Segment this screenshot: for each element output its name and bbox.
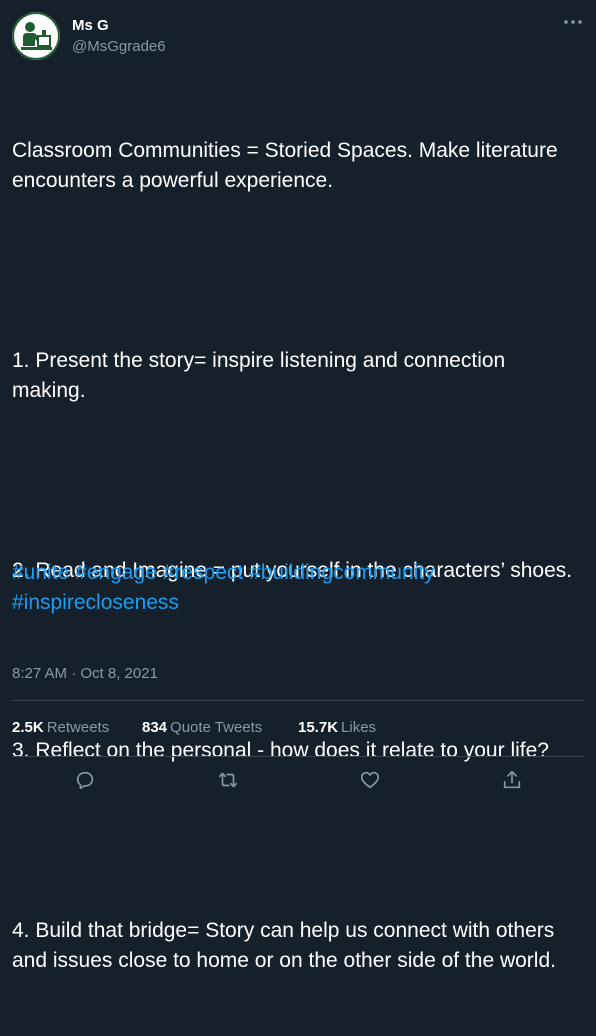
author-display-name[interactable]: Ms G	[72, 16, 109, 36]
author-handle[interactable]: @MsGgrade6	[72, 37, 166, 57]
quote-tweets-label: Quote Tweets	[170, 719, 263, 736]
like-button[interactable]	[358, 768, 382, 792]
tweet-detail: Ms G @MsGgrade6 Classroom Communities = …	[0, 0, 596, 972]
hashtag-link[interactable]: #inspirecloseness	[12, 591, 179, 614]
share-button[interactable]	[500, 768, 524, 792]
divider	[12, 700, 584, 701]
hashtag-list: #unite #engage #respect #buildingcommuni…	[12, 558, 584, 618]
hashtag-link[interactable]: #respect	[163, 561, 244, 584]
retweet-icon	[218, 772, 238, 788]
retweets-count: 2.5K	[12, 719, 44, 736]
hashtag-link[interactable]: #unite	[12, 561, 69, 584]
tweet-text: Classroom Communities = Storied Spaces. …	[12, 76, 584, 1036]
quote-tweets-count: 834	[142, 719, 168, 736]
retweets-stat[interactable]: 2.5K Retweets	[12, 718, 109, 738]
tweet-timestamp[interactable]: 8:27 AM · Oct 8, 2021	[12, 664, 158, 684]
likes-count: 15.7K	[298, 719, 339, 736]
tweet-line: 1. Present the story= inspire listening …	[12, 349, 512, 402]
avatar[interactable]	[12, 12, 60, 60]
classroom-teacher-avatar-icon	[12, 12, 60, 60]
share-icon	[503, 770, 521, 789]
hashtag-link[interactable]: #engage	[75, 561, 157, 584]
quote-tweets-stat[interactable]: 834 Quote Tweets	[142, 718, 262, 738]
retweet-button[interactable]	[216, 768, 240, 792]
divider	[12, 756, 584, 757]
reply-icon	[76, 771, 94, 790]
hashtag-link[interactable]: #buildingcommunity	[249, 561, 435, 584]
heart-icon	[360, 771, 380, 789]
more-options-button[interactable]	[558, 10, 588, 34]
tweet-line: Classroom Communities = Storied Spaces. …	[12, 139, 564, 192]
likes-stat[interactable]: 15.7K Likes	[298, 718, 376, 738]
action-bar	[0, 760, 596, 800]
tweet-line: 4. Build that bridge= Story can help us …	[12, 919, 561, 972]
reply-button[interactable]	[73, 768, 97, 792]
more-horizontal-icon	[564, 20, 582, 24]
retweets-label: Retweets	[46, 719, 110, 736]
likes-label: Likes	[341, 719, 377, 736]
